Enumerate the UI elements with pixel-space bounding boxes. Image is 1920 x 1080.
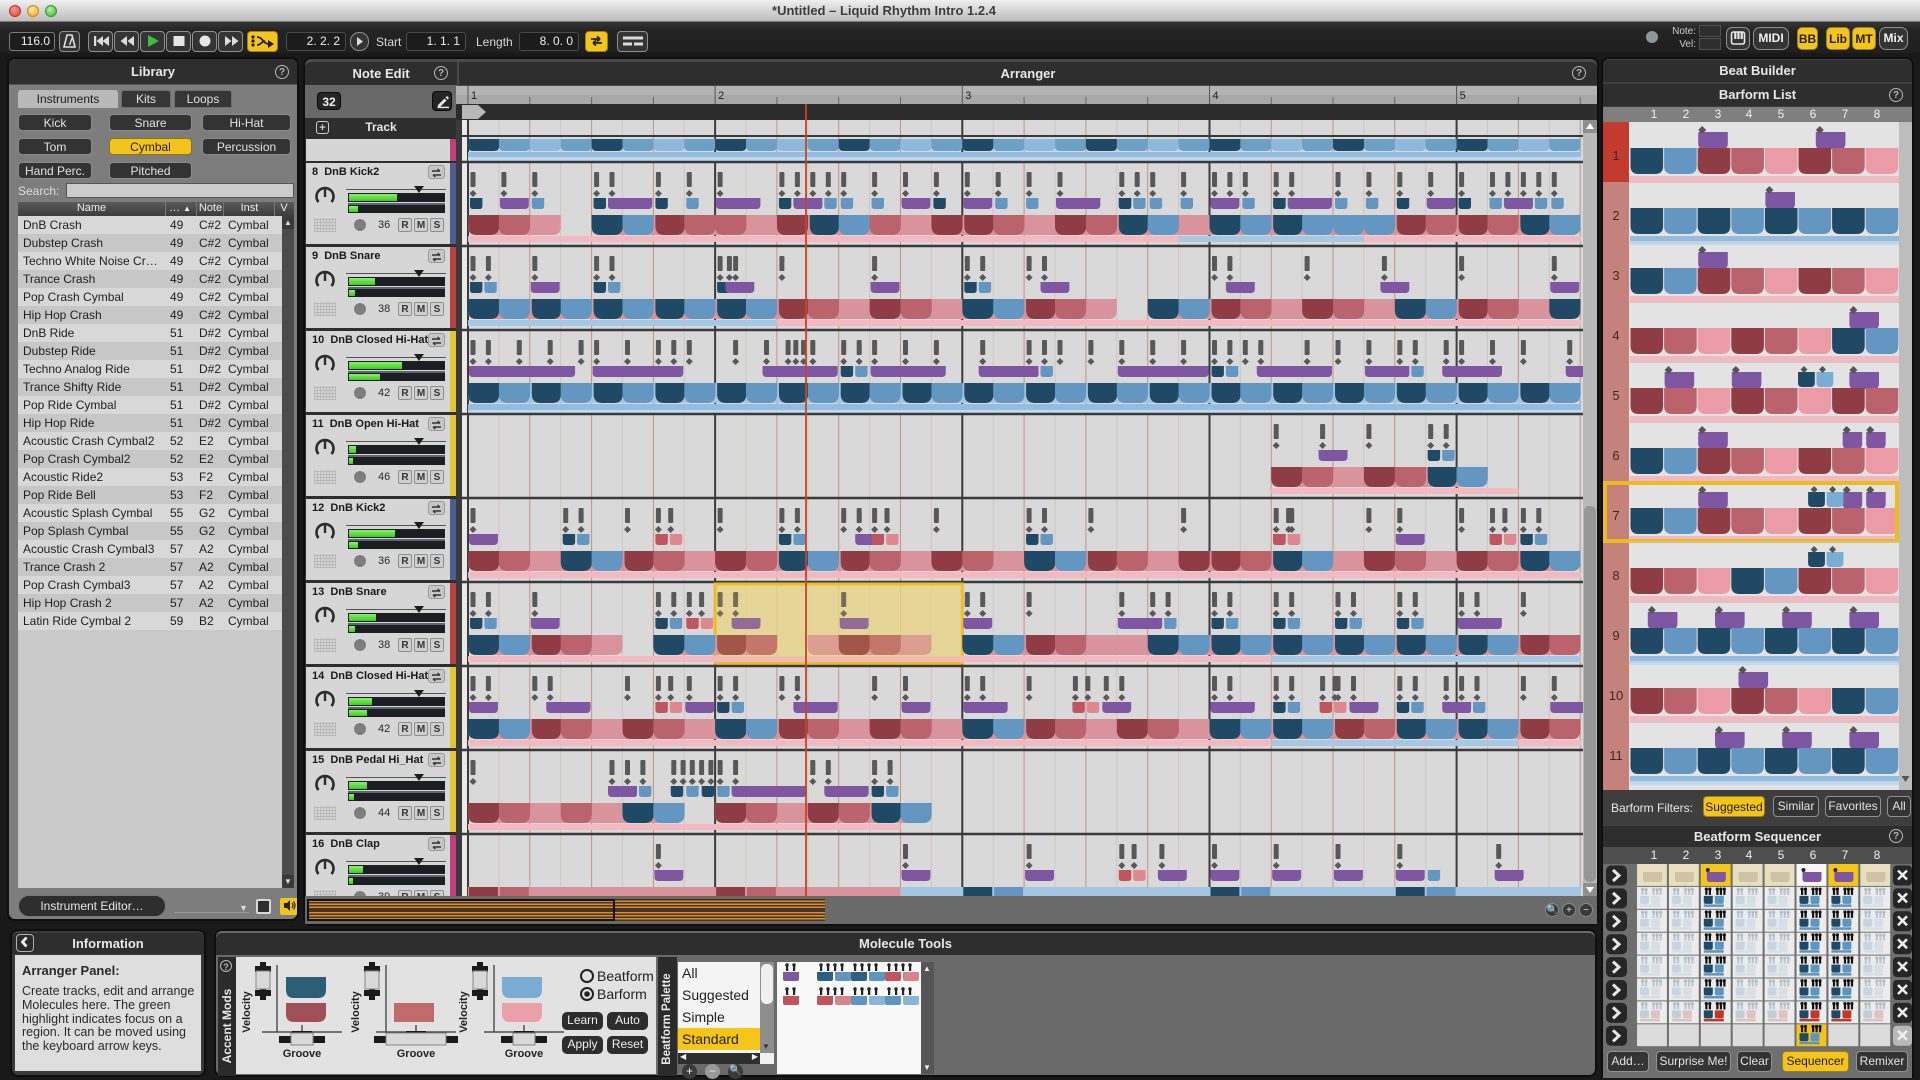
- svg-text:Velocity: Velocity: [241, 990, 253, 1032]
- svg-text:Groove: Groove: [397, 1048, 436, 1060]
- svg-text:3: 3: [965, 90, 971, 102]
- svg-text:9: 9: [1612, 628, 1619, 643]
- svg-text:11: 11: [1609, 748, 1623, 763]
- svg-text:7: 7: [1612, 508, 1619, 523]
- svg-text:4: 4: [1612, 328, 1619, 343]
- svg-text:2: 2: [718, 90, 724, 102]
- svg-text:5: 5: [1612, 388, 1619, 403]
- svg-text:1: 1: [471, 90, 477, 102]
- svg-text:Velocity: Velocity: [350, 990, 362, 1032]
- svg-text:Groove: Groove: [505, 1048, 544, 1060]
- svg-text:Beatform: Beatform: [597, 968, 654, 984]
- svg-text:8: 8: [1612, 568, 1619, 583]
- svg-text:3: 3: [1612, 268, 1619, 283]
- svg-text:4: 4: [1213, 90, 1219, 102]
- svg-text:Velocity: Velocity: [458, 990, 470, 1032]
- svg-text:5: 5: [1460, 90, 1466, 102]
- svg-text:Groove: Groove: [283, 1048, 322, 1060]
- svg-text:2: 2: [1612, 208, 1619, 223]
- svg-text:10: 10: [1609, 688, 1623, 703]
- svg-text:6: 6: [1612, 448, 1619, 463]
- svg-text:1: 1: [1612, 148, 1619, 163]
- svg-text:Barform: Barform: [597, 986, 647, 1002]
